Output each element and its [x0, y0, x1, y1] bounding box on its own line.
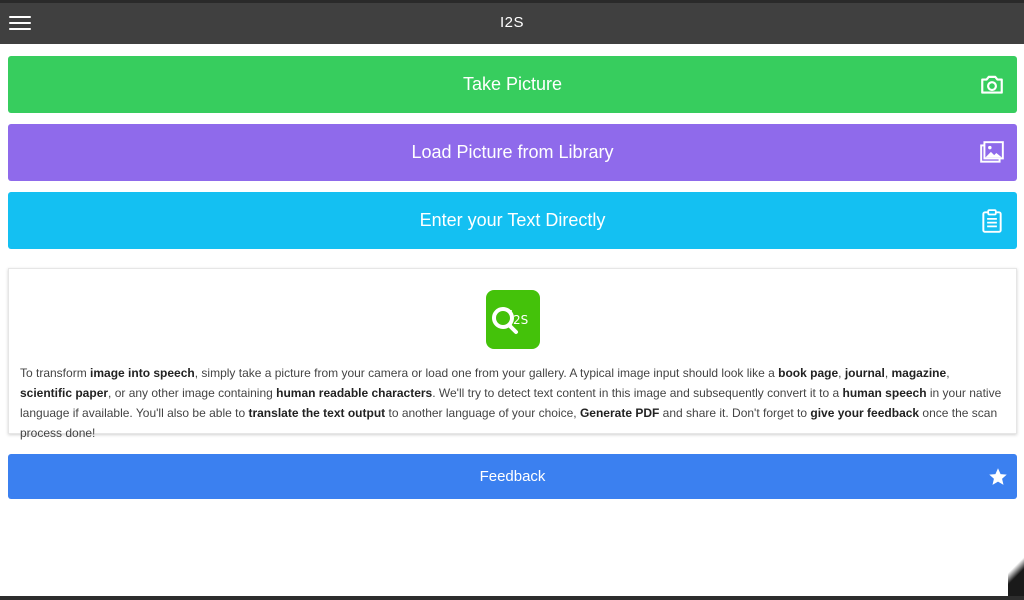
feedback-button[interactable]: Feedback	[8, 454, 1017, 499]
description-highlight: journal	[844, 366, 885, 380]
app-description: To transform image into speech, simply t…	[20, 363, 1002, 443]
description-highlight: scientific paper	[20, 386, 109, 400]
description-text: , simply take a picture from your camera…	[194, 366, 779, 380]
description-highlight: human readable characters	[276, 386, 433, 400]
description-text: ,	[838, 366, 845, 380]
camera-icon	[981, 75, 1003, 94]
feedback-label: Feedback	[479, 468, 546, 485]
description-text: to another language of your choice,	[385, 406, 580, 420]
app-header: I2S	[0, 0, 1024, 44]
description-text: and share it. Don't forget to	[659, 406, 811, 420]
description-text: . We'll try to detect text content in th…	[432, 386, 843, 400]
star-icon	[989, 467, 1007, 485]
take-picture-label: Take Picture	[462, 74, 563, 94]
description-highlight: give your feedback	[810, 406, 920, 420]
description-highlight: translate the text output	[248, 406, 386, 420]
clipboard-icon	[982, 208, 1002, 233]
bottom-edge	[0, 596, 1024, 600]
description-text: , or any other image containing	[108, 386, 277, 400]
description-highlight: image into speech	[90, 366, 195, 380]
gallery-icon	[980, 140, 1004, 163]
description-highlight: human speech	[842, 386, 927, 400]
load-picture-label: Load Picture from Library	[411, 142, 614, 162]
info-card: 2S To transform image into speech, simpl…	[8, 268, 1017, 440]
description-text: ,	[946, 366, 950, 380]
description-highlight: Generate PDF	[579, 406, 660, 420]
svg-text:2S: 2S	[513, 313, 528, 327]
load-picture-button[interactable]: Load Picture from Library	[8, 124, 1017, 181]
enter-text-button[interactable]: Enter your Text Directly	[8, 192, 1017, 249]
take-picture-button[interactable]: Take Picture	[8, 56, 1017, 113]
description-highlight: book page	[778, 366, 839, 380]
app-title: I2S	[499, 14, 524, 31]
enter-text-label: Enter your Text Directly	[419, 210, 606, 230]
app-logo: 2S	[486, 290, 540, 349]
description-text: ,	[884, 366, 892, 380]
description-highlight: magazine	[891, 366, 947, 380]
screen-corner-shadow	[1008, 538, 1024, 600]
description-text: To transform	[20, 366, 91, 380]
